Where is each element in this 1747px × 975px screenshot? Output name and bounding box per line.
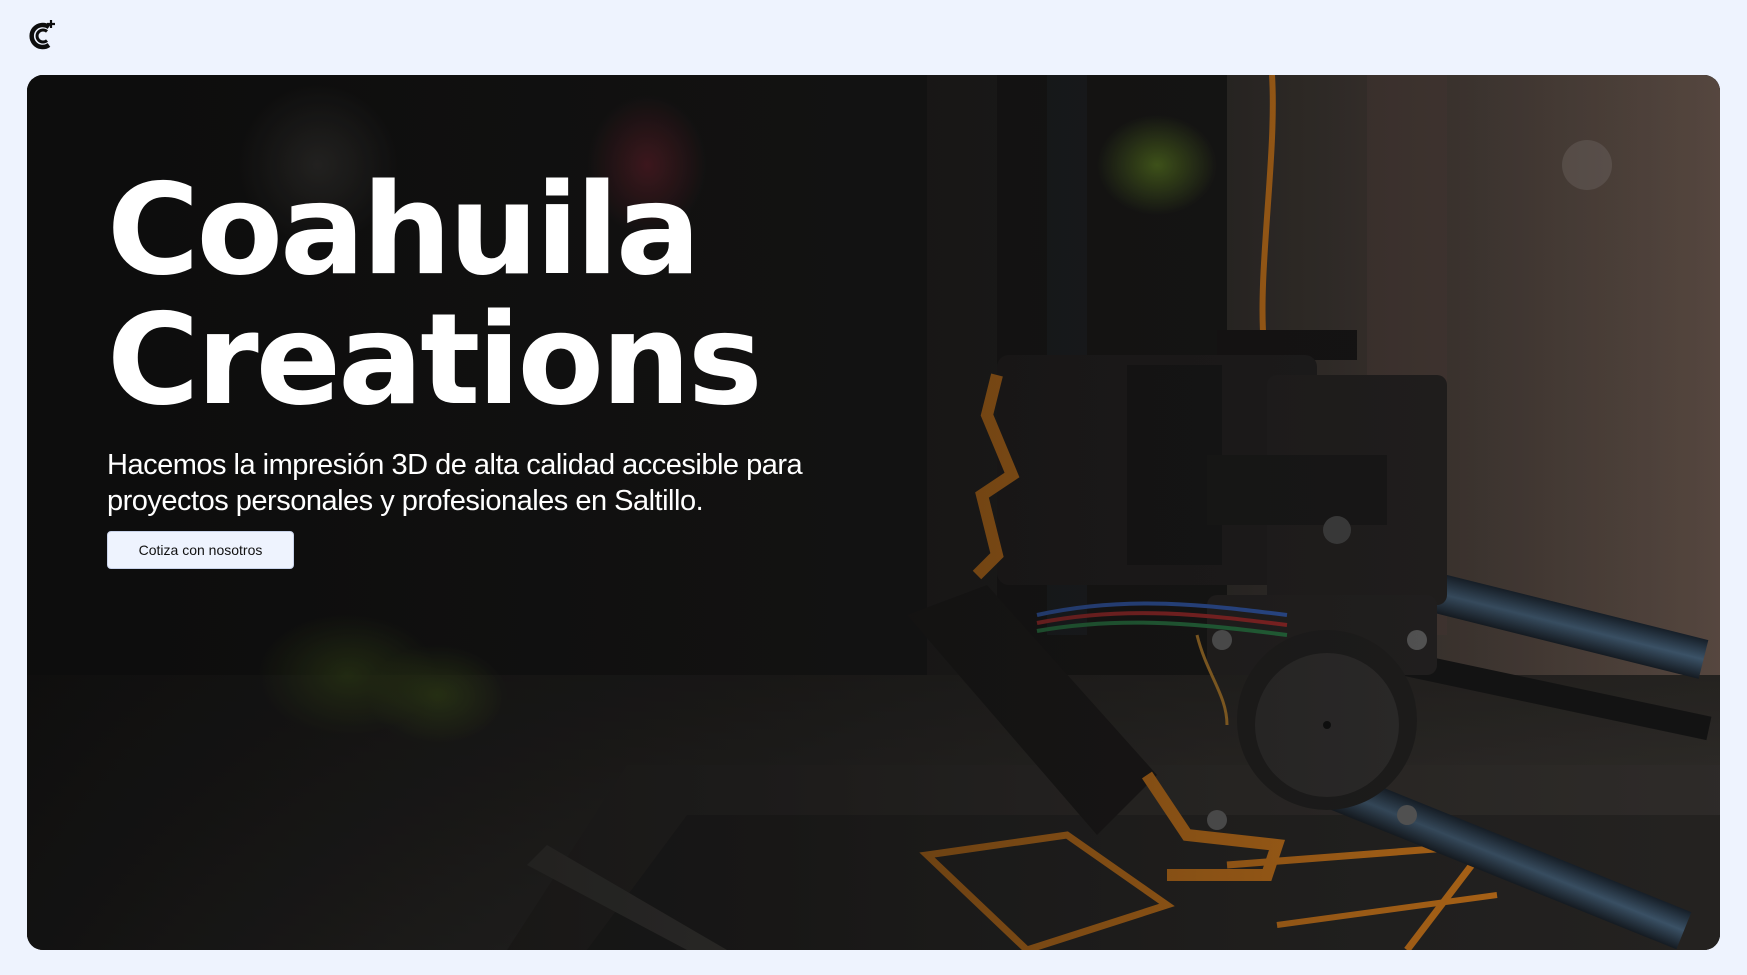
- hero-content: Coahuila Creations Hacemos la impresión …: [107, 165, 867, 569]
- hero-title: Coahuila Creations: [107, 165, 867, 425]
- hero-subtitle: Hacemos la impresión 3D de alta calidad …: [107, 449, 803, 517]
- hero-title-line-2: Creations: [107, 286, 763, 433]
- hero-section: Coahuila Creations Hacemos la impresión …: [27, 75, 1720, 950]
- quote-cta-button[interactable]: Cotiza con nosotros: [107, 531, 294, 569]
- top-bar: [0, 0, 1747, 75]
- hero-title-line-1: Coahuila: [107, 156, 701, 303]
- brand-c-logo-icon[interactable]: [28, 18, 58, 52]
